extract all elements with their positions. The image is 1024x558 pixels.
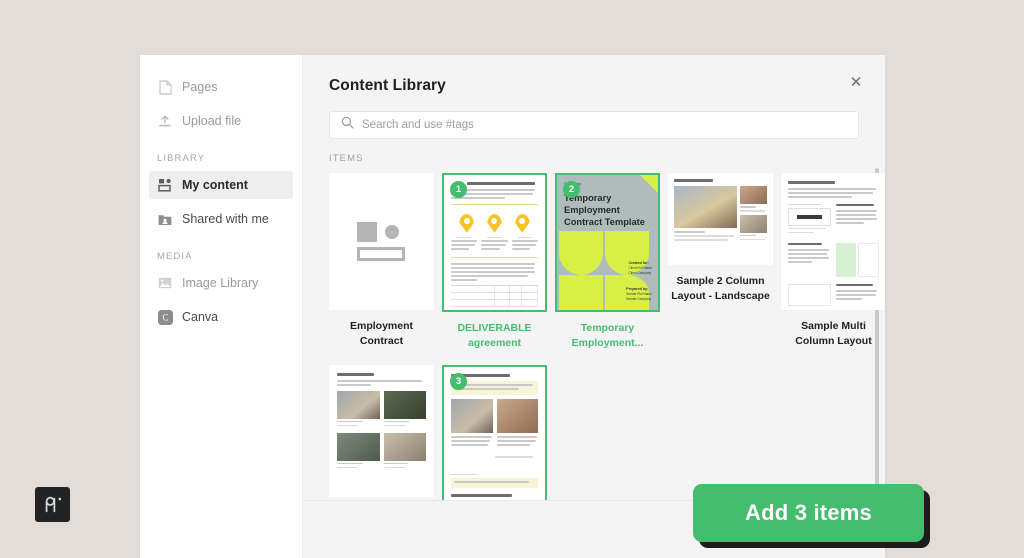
selection-badge: 3 [450,372,467,390]
card-title: DELIVERABLE agreement [457,322,532,349]
sidebar-item-upload-file[interactable]: Upload file [149,107,293,135]
sidebar: Pages Upload file LIBRARY My content Sha… [140,55,303,558]
card-title: Employment Contract [349,320,413,347]
card-sample-multi-column-layout[interactable]: Sample Multi Column Layout [781,173,885,351]
team-intro-thumbnail [330,365,433,496]
image-icon [157,275,173,291]
thumbnail-title: Temporary Employment Contract Template [564,193,645,227]
card-title: Sample Multi Column Layout [795,320,872,347]
card-employment-contract[interactable]: Employment Contract [329,173,434,351]
add-items-button[interactable]: Add 3 items [693,484,924,542]
search-box[interactable] [329,111,859,139]
pandadoc-logo [35,487,70,522]
items-grid: Employment Contract 1 DELIVERABLE agreem… [329,173,885,500]
card-temporary-employment[interactable]: 2 Company Temporary Employment Contract … [555,173,660,351]
placeholder-thumbnail [330,174,433,309]
card-thumbnail [781,173,885,310]
thumbnail-meta-prepared: Prepared by: Sender Full Name Sender Compa… [626,287,652,302]
two-column-thumbnail [669,174,772,264]
sidebar-item-label: Pages [182,80,218,94]
selection-badge: 1 [450,181,467,198]
close-icon[interactable]: ✕ [845,71,867,93]
card-thumbnail: 2 Company Temporary Employment Contract … [555,173,660,312]
canva-icon: C [157,309,173,325]
card-thumbnail [668,173,773,265]
items-section-label: ITEMS [329,153,364,164]
sidebar-section-media: MEDIA [157,251,193,262]
card-thumbnail [329,173,434,310]
card-thumbnail [329,364,434,497]
content-library-modal: Pages Upload file LIBRARY My content Sha… [140,55,885,558]
document-placeholder-icon [356,222,407,261]
sidebar-item-image-library[interactable]: Image Library [149,269,293,297]
sidebar-item-label: Shared with me [182,212,269,226]
my-content-icon [157,177,173,193]
page-title: Content Library [329,77,446,94]
card-title: Sample 2 Column Layout - Landscape [671,275,770,302]
svg-text:C: C [162,312,168,322]
multi-column-thumbnail [782,174,885,309]
upload-icon [157,113,173,129]
items-scroll-area[interactable]: Employment Contract 1 DELIVERABLE agreem… [303,164,885,500]
pandadoc-mark-icon [45,496,61,512]
sidebar-item-label: Upload file [182,114,242,128]
card-sample-testimonials-block[interactable]: 3 [442,364,547,500]
sidebar-item-label: My content [182,178,248,192]
card-thumbnail: 1 [442,173,547,312]
card-sample-team-intro[interactable]: Sample Team Intro [329,364,434,500]
sidebar-item-pages[interactable]: Pages [149,73,293,101]
card-deliverable-agreement[interactable]: 1 DELIVERABLE agreement [442,173,547,351]
shared-folder-icon [157,211,173,227]
main-panel: Content Library ✕ ITEMS [303,55,885,558]
sidebar-section-library: LIBRARY [157,153,206,164]
sidebar-item-canva[interactable]: C Canva [149,303,293,331]
pin-icon [487,214,502,233]
card-title: Sample Team Intro [329,497,434,500]
thumbnail-meta-created: Created for: Client Full Name Client Compa… [628,261,652,276]
card-title: Temporary Employment... [571,322,644,349]
sidebar-item-label: Image Library [182,276,259,290]
search-area [303,95,885,139]
selection-badge: 2 [563,181,580,198]
pin-icon [515,214,530,233]
sidebar-item-label: Canva [182,310,219,324]
modal-header: Content Library ✕ [303,55,885,95]
page-icon [157,79,173,95]
search-icon [341,116,354,134]
card-thumbnail: 3 [442,364,547,500]
card-sample-2-column-layout[interactable]: Sample 2 Column Layout - Landscape [668,173,773,351]
sidebar-item-my-content[interactable]: My content [149,171,293,199]
search-input[interactable] [362,119,847,131]
pin-icon [459,214,474,233]
sidebar-item-shared-with-me[interactable]: Shared with me [149,205,293,233]
